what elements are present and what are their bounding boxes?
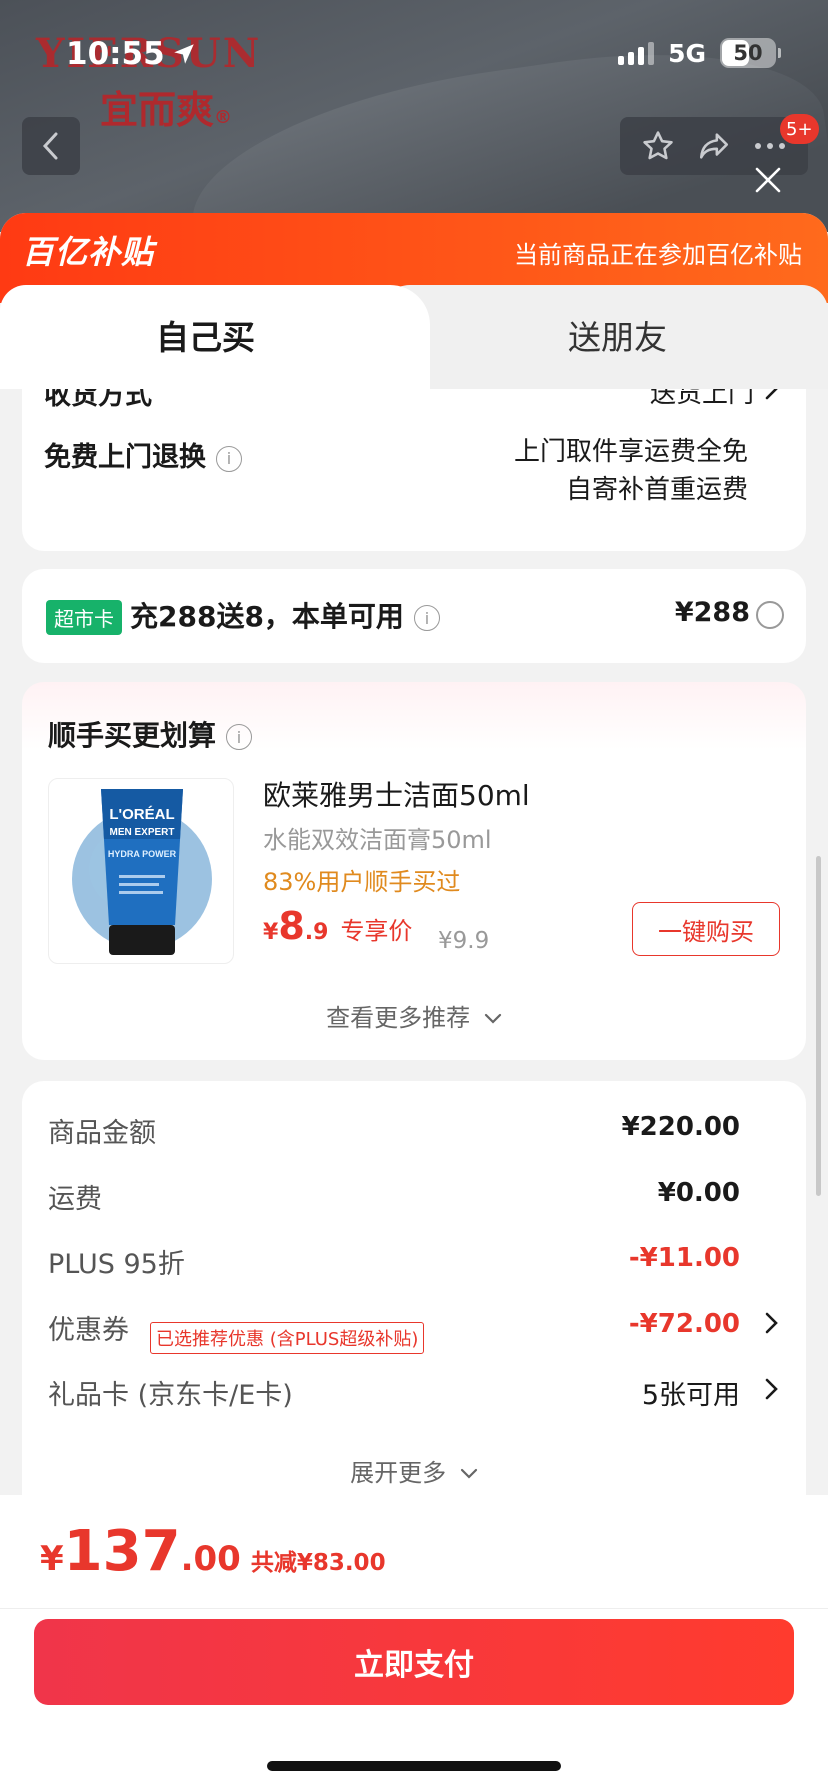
info-icon[interactable]: i <box>226 724 253 750</box>
supermarket-card-tag: 超市卡 <box>46 600 122 635</box>
cleanser-tube-image: L'ORÉAL MEN EXPERT HYDRA POWER <box>72 789 212 955</box>
chevron-right-icon[interactable] <box>764 389 780 401</box>
pay-now-button[interactable]: 立即支付 <box>34 1619 794 1705</box>
more-recommendations-link[interactable]: 查看更多推荐 <box>22 998 806 1033</box>
back-button[interactable] <box>22 117 80 175</box>
share-icon[interactable] <box>696 129 732 163</box>
signal-icon <box>618 41 655 65</box>
total-saved: 共减¥83.00 <box>250 1550 386 1576</box>
more-icon[interactable] <box>753 141 787 151</box>
svg-text:MEN EXPERT: MEN EXPERT <box>109 827 174 838</box>
one-click-buy-button[interactable]: 一键购买 <box>632 902 780 956</box>
supermarket-card-radio[interactable] <box>756 601 784 629</box>
home-indicator[interactable] <box>267 1761 561 1771</box>
product-price: ¥ 8 .9 专享价 <box>263 904 413 948</box>
tab-gift-label[interactable]: 送朋友 <box>568 311 667 359</box>
scrollbar[interactable] <box>816 856 821 1196</box>
location-arrow-icon <box>173 44 194 64</box>
status-time: 10:55 <box>66 36 197 72</box>
goods-amount-label: 商品金额 <box>48 1118 156 1149</box>
product-original-price: ¥9.9 <box>438 928 490 954</box>
supermarket-card-text: 充288送8，本单可用 i <box>130 595 440 635</box>
product-buy-rate: 83%用户顺手买过 <box>263 868 461 896</box>
supermarket-card-price: ¥288 <box>674 597 750 628</box>
close-icon[interactable] <box>752 164 784 196</box>
battery-level: 50 <box>733 41 763 65</box>
expand-more-link[interactable]: 展开更多 <box>22 1453 806 1488</box>
info-icon[interactable]: i <box>413 605 440 631</box>
product-subtitle: 水能双效洁面膏50ml <box>263 826 492 854</box>
chevron-left-icon <box>42 132 58 160</box>
coupon-value[interactable]: -¥72.00 <box>629 1309 740 1339</box>
network-type: 5G <box>668 38 706 68</box>
info-icon[interactable]: i <box>216 445 242 472</box>
cart-badge: 5+ <box>780 114 819 144</box>
svg-text:L'ORÉAL: L'ORÉAL <box>109 806 174 823</box>
svg-text:HYDRA POWER: HYDRA POWER <box>108 849 177 859</box>
plus-discount-label: PLUS 95折 <box>48 1249 185 1280</box>
gift-card-label[interactable]: 礼品卡 (京东卡/E卡) <box>48 1373 293 1412</box>
payment-bar: ¥ 137 .00 共减¥83.00 立即支付 <box>0 1495 828 1792</box>
gift-card-value[interactable]: 5张可用 <box>642 1373 740 1412</box>
status-indicators: 5G 50 <box>618 38 781 68</box>
delivery-card: 收货方式 送货上门 免费上门退换 i 上门取件享运费全免 自寄补首重运费 <box>22 389 806 551</box>
shipping-value: ¥0.00 <box>657 1178 740 1208</box>
star-icon[interactable] <box>641 129 675 163</box>
free-return-value: 上门取件享运费全免 自寄补首重运费 <box>513 437 748 505</box>
free-return-label: 免费上门退换 i <box>44 435 242 474</box>
coupon-tag: 已选推荐优惠 (含PLUS超级补贴) <box>150 1322 425 1354</box>
product-name[interactable]: 欧莱雅男士洁面50ml <box>263 774 530 814</box>
chevron-down-icon <box>484 1013 501 1024</box>
coupon-label[interactable]: 优惠券 <box>48 1308 129 1347</box>
goods-amount-value: ¥220.00 <box>621 1112 740 1142</box>
battery-icon: 50 <box>720 38 781 68</box>
chevron-down-icon <box>460 1468 477 1479</box>
price-summary-card: 商品金额 ¥220.00 运费 ¥0.00 PLUS 95折 -¥11.00 优… <box>22 1081 806 1509</box>
purchase-tabs: 自己买 送朋友 <box>0 285 828 389</box>
total-price: ¥ 137 .00 共减¥83.00 <box>40 1519 386 1584</box>
subsidy-logo: 百亿补贴 <box>22 233 155 271</box>
chevron-right-icon[interactable] <box>764 1311 780 1335</box>
chevron-right-icon[interactable] <box>764 1377 780 1401</box>
plus-discount-value: -¥11.00 <box>628 1243 740 1273</box>
recommendation-card: 顺手买更划算i L'ORÉAL MEN EXPERT HYDRA POWER <box>22 682 806 1060</box>
scroll-content[interactable]: 收货方式 送货上门 免费上门退换 i 上门取件享运费全免 自寄补首重运费 超市卡 … <box>0 389 828 1509</box>
delivery-method-value[interactable]: 送货上门 <box>650 389 754 410</box>
product-thumbnail[interactable]: L'ORÉAL MEN EXPERT HYDRA POWER <box>48 778 234 964</box>
product-page-backdrop: YIERSUN 宜而爽® 10:55 5G 50 5+ <box>0 0 828 232</box>
recommendation-title: 顺手买更划算 i <box>48 714 253 754</box>
supermarket-card-offer[interactable]: 超市卡 充288送8，本单可用 i ¥288 <box>22 569 806 663</box>
delivery-method-label: 收货方式 <box>44 389 152 411</box>
tab-self-label[interactable]: 自己买 <box>156 311 255 359</box>
subsidy-note: 当前商品正在参加百亿补贴 <box>514 241 802 269</box>
brand-logo-cn: 宜而爽® <box>100 88 233 132</box>
divider <box>0 1608 828 1609</box>
shipping-label: 运费 <box>48 1184 102 1215</box>
